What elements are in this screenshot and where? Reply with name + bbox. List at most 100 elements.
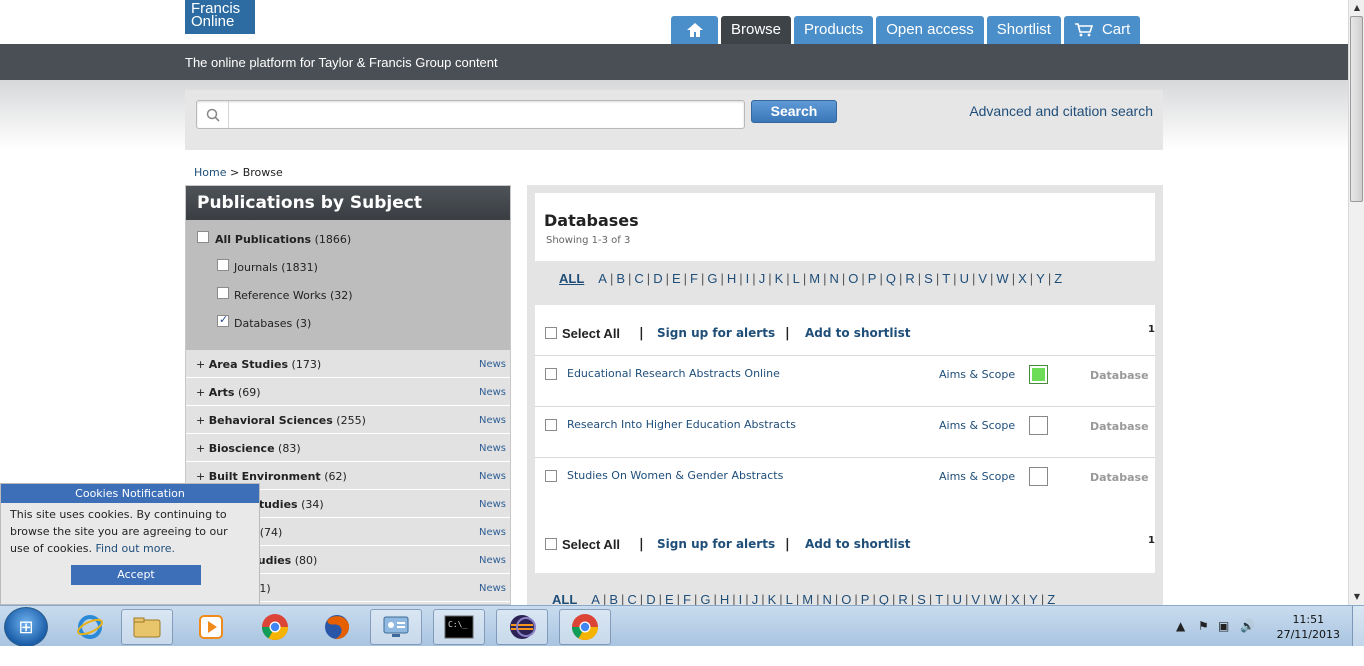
subject-news-link[interactable]: News bbox=[479, 499, 506, 510]
tab-products[interactable]: Products bbox=[794, 16, 874, 44]
network-icon[interactable]: ▣ bbox=[1218, 619, 1229, 633]
volume-icon[interactable]: 🔊 bbox=[1240, 619, 1255, 633]
shortlist-toggle[interactable] bbox=[1029, 416, 1048, 435]
alpha-letter-link[interactable]: X bbox=[1011, 592, 1020, 605]
alpha-letter-link[interactable]: W bbox=[989, 592, 1001, 605]
expand-plus-icon[interactable]: + bbox=[196, 414, 205, 427]
alpha-letter-link[interactable]: W bbox=[996, 271, 1008, 286]
journals-checkbox[interactable] bbox=[217, 259, 229, 271]
result-title-link[interactable]: Research Into Higher Education Abstracts bbox=[567, 418, 796, 431]
page-number[interactable]: 1 bbox=[1148, 324, 1155, 335]
databases-checkbox[interactable] bbox=[217, 313, 229, 327]
subject-name[interactable]: + Bioscience (83) bbox=[196, 442, 301, 455]
result-title-link[interactable]: Educational Research Abstracts Online bbox=[567, 367, 780, 380]
alpha-letter-link[interactable]: V bbox=[971, 592, 980, 605]
subject-item[interactable]: + Behavioral Sciences (255) News bbox=[186, 406, 510, 434]
alpha-letter-link[interactable]: V bbox=[978, 271, 987, 286]
reference-works-checkbox[interactable] bbox=[217, 287, 229, 299]
alpha-letter-link[interactable]: I bbox=[746, 271, 750, 286]
result-checkbox[interactable] bbox=[545, 419, 557, 431]
expand-plus-icon[interactable]: + bbox=[196, 442, 205, 455]
add-to-shortlist-link[interactable]: Add to shortlist bbox=[805, 326, 911, 340]
expand-plus-icon[interactable]: + bbox=[196, 386, 205, 399]
sign-up-alerts-link[interactable]: Sign up for alerts bbox=[657, 326, 775, 340]
alpha-letter-link[interactable]: L bbox=[793, 271, 800, 286]
alpha-letter-link[interactable]: H bbox=[720, 592, 729, 605]
alpha-letter-link[interactable]: K bbox=[775, 271, 784, 286]
alpha-letter-link[interactable]: X bbox=[1018, 271, 1027, 286]
firefox-icon[interactable] bbox=[311, 609, 363, 645]
action-center-flag-icon[interactable]: ⚑ bbox=[1198, 619, 1209, 633]
alpha-letter-link[interactable]: J bbox=[752, 592, 759, 605]
tab-open-access[interactable]: Open access bbox=[876, 16, 984, 44]
internet-explorer-icon[interactable] bbox=[64, 609, 116, 645]
alpha-letter-link[interactable]: B bbox=[609, 592, 618, 605]
subject-news-link[interactable]: News bbox=[479, 583, 506, 594]
site-logo[interactable]: Francis Online bbox=[185, 0, 255, 34]
subject-name[interactable]: + Behavioral Sciences (255) bbox=[196, 414, 366, 427]
alpha-letter-link[interactable]: Q bbox=[879, 592, 889, 605]
alpha-letter-link[interactable]: E bbox=[672, 271, 681, 286]
page-scrollbar[interactable]: ▲ ▼ bbox=[1348, 0, 1364, 605]
alpha-letter-link[interactable]: N bbox=[830, 271, 839, 286]
subject-news-link[interactable]: News bbox=[479, 555, 506, 566]
windows-start-icon[interactable]: ⊞ bbox=[4, 607, 48, 647]
alpha-letter-link[interactable]: A bbox=[591, 592, 600, 605]
alpha-letter-link[interactable]: F bbox=[690, 271, 698, 286]
alpha-letter-link[interactable]: Y bbox=[1036, 271, 1045, 286]
alpha-letter-link[interactable]: L bbox=[786, 592, 793, 605]
shortlist-toggle[interactable] bbox=[1029, 365, 1048, 384]
show-desktop-button[interactable] bbox=[1352, 606, 1364, 647]
command-prompt-icon[interactable]: C:\_ bbox=[433, 609, 485, 645]
aims-scope-link[interactable]: Aims & Scope bbox=[939, 470, 1015, 483]
result-checkbox[interactable] bbox=[545, 368, 557, 380]
alpha-letter-link[interactable]: S bbox=[924, 271, 933, 286]
advanced-search-link[interactable]: Advanced and citation search bbox=[969, 103, 1153, 119]
shortlist-toggle[interactable] bbox=[1029, 467, 1048, 486]
subject-item[interactable]: + Area Studies (173) News bbox=[186, 350, 510, 378]
tab-shortlist[interactable]: Shortlist bbox=[986, 16, 1061, 44]
alpha-letter-link[interactable]: Z bbox=[1054, 271, 1062, 286]
alpha-letter-link[interactable]: J bbox=[759, 271, 766, 286]
alpha-letter-link[interactable]: H bbox=[727, 271, 736, 286]
alpha-letter-link[interactable]: C bbox=[634, 271, 643, 286]
eclipse-icon[interactable] bbox=[496, 609, 548, 645]
add-to-shortlist-link[interactable]: Add to shortlist bbox=[805, 537, 911, 551]
subject-news-link[interactable]: News bbox=[479, 443, 506, 454]
aims-scope-link[interactable]: Aims & Scope bbox=[939, 368, 1015, 381]
alpha-letter-link[interactable]: P bbox=[861, 592, 870, 605]
alpha-letter-link[interactable]: M bbox=[802, 592, 813, 605]
subject-news-link[interactable]: News bbox=[479, 471, 506, 482]
alpha-letter-link[interactable]: S bbox=[917, 592, 926, 605]
alpha-letter-link[interactable]: D bbox=[646, 592, 655, 605]
media-player-icon[interactable] bbox=[185, 609, 237, 645]
subject-news-link[interactable]: News bbox=[479, 387, 506, 398]
select-all-label[interactable]: Select All bbox=[562, 326, 620, 341]
search-input[interactable] bbox=[231, 104, 736, 124]
scrollbar-thumb[interactable] bbox=[1350, 16, 1363, 202]
subject-news-link[interactable]: News bbox=[479, 415, 506, 426]
tab-browse[interactable]: Browse bbox=[721, 16, 792, 44]
alpha-letter-link[interactable]: U bbox=[953, 592, 962, 605]
alpha-letter-link[interactable]: E bbox=[665, 592, 674, 605]
select-all-label[interactable]: Select All bbox=[562, 537, 620, 552]
alpha-letter-link[interactable]: Q bbox=[886, 271, 896, 286]
expand-plus-icon[interactable]: + bbox=[196, 470, 205, 483]
alpha-letter-link[interactable]: T bbox=[942, 271, 950, 286]
subject-item[interactable]: + Bioscience (83) News bbox=[186, 434, 510, 462]
aims-scope-link[interactable]: Aims & Scope bbox=[939, 419, 1015, 432]
show-hidden-icons-icon[interactable]: ▲ bbox=[1176, 619, 1185, 633]
alpha-letter-link[interactable]: T bbox=[935, 592, 943, 605]
select-all-checkbox[interactable] bbox=[545, 538, 557, 550]
find-out-more-link[interactable]: Find out more. bbox=[96, 542, 176, 555]
result-title-link[interactable]: Studies On Women & Gender Abstracts bbox=[567, 469, 783, 482]
subject-name[interactable]: + Area Studies (173) bbox=[196, 358, 321, 371]
alpha-letter-link[interactable]: I bbox=[739, 592, 743, 605]
alpha-letter-link[interactable]: R bbox=[898, 592, 907, 605]
alpha-all-link[interactable]: ALL bbox=[552, 592, 577, 605]
alpha-letter-link[interactable]: R bbox=[905, 271, 914, 286]
alpha-letter-link[interactable]: O bbox=[841, 592, 851, 605]
scroll-down-arrow-icon[interactable]: ▼ bbox=[1349, 589, 1364, 605]
alpha-letter-link[interactable]: O bbox=[848, 271, 858, 286]
search-button[interactable]: Search bbox=[751, 100, 837, 123]
